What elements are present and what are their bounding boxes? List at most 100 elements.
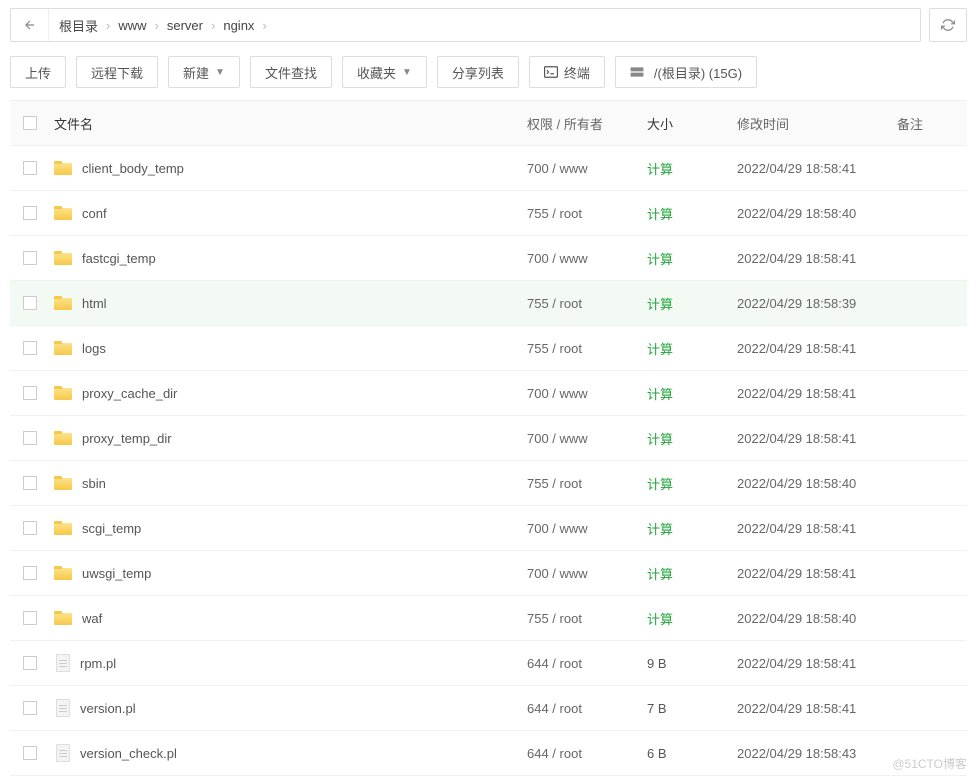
header-name[interactable]: 文件名 — [50, 114, 527, 133]
file-name: sbin — [82, 476, 106, 491]
row-checkbox[interactable] — [23, 206, 37, 220]
row-checkbox[interactable] — [23, 656, 37, 670]
file-size[interactable]: 计算 — [647, 387, 673, 402]
breadcrumb-item[interactable]: www — [118, 18, 146, 33]
row-checkbox[interactable] — [23, 521, 37, 535]
file-mtime: 2022/04/29 18:58:41 — [737, 431, 897, 446]
row-checkbox[interactable] — [23, 386, 37, 400]
chevron-right-icon: › — [254, 18, 274, 33]
file-mtime: 2022/04/29 18:58:41 — [737, 341, 897, 356]
file-name: proxy_temp_dir — [82, 431, 172, 446]
disk-button[interactable]: /(根目录) (15G) — [615, 56, 757, 88]
terminal-button[interactable]: 终端 — [529, 56, 605, 88]
file-size: 9 B — [647, 656, 667, 671]
row-checkbox[interactable] — [23, 296, 37, 310]
table-row[interactable]: rpm.pl644 / root9 B2022/04/29 18:58:41 — [10, 641, 967, 686]
file-mtime: 2022/04/29 18:58:41 — [737, 701, 897, 716]
file-name: uwsgi_temp — [82, 566, 151, 581]
table-row[interactable]: fastcgi_temp700 / www计算2022/04/29 18:58:… — [10, 236, 967, 281]
favorites-button[interactable]: 收藏夹 ▼ — [342, 56, 427, 88]
file-perm: 644 / root — [527, 656, 647, 671]
row-checkbox[interactable] — [23, 746, 37, 760]
file-name: version.pl — [80, 701, 136, 716]
file-size[interactable]: 计算 — [647, 252, 673, 267]
toolbar: 上传 远程下载 新建▼ 文件查找 收藏夹 ▼ 分享列表 终端 /(根目录) (15… — [0, 50, 977, 100]
row-checkbox[interactable] — [23, 251, 37, 265]
upload-button[interactable]: 上传 — [10, 56, 66, 88]
folder-icon — [54, 206, 72, 220]
table-row[interactable]: scgi_temp700 / www计算2022/04/29 18:58:41 — [10, 506, 967, 551]
breadcrumb-bar: 根目录›www›server›nginx› — [10, 8, 921, 42]
table-row[interactable]: proxy_cache_dir700 / www计算2022/04/29 18:… — [10, 371, 967, 416]
chevron-down-icon: ▼ — [402, 67, 412, 78]
row-checkbox[interactable] — [23, 431, 37, 445]
table-row[interactable]: waf755 / root计算2022/04/29 18:58:40 — [10, 596, 967, 641]
file-mtime: 2022/04/29 18:58:40 — [737, 611, 897, 626]
table-row[interactable]: sbin755 / root计算2022/04/29 18:58:40 — [10, 461, 967, 506]
file-size[interactable]: 计算 — [647, 567, 673, 582]
chevron-right-icon: › — [98, 18, 118, 33]
file-size[interactable]: 计算 — [647, 432, 673, 447]
file-size[interactable]: 计算 — [647, 207, 673, 222]
file-name: fastcgi_temp — [82, 251, 156, 266]
row-checkbox[interactable] — [23, 341, 37, 355]
back-button[interactable] — [11, 9, 49, 41]
file-size[interactable]: 计算 — [647, 612, 673, 627]
file-search-button[interactable]: 文件查找 — [250, 56, 332, 88]
chevron-right-icon: › — [203, 18, 223, 33]
folder-icon — [54, 386, 72, 400]
file-perm: 700 / www — [527, 431, 647, 446]
table-row[interactable]: conf755 / root计算2022/04/29 18:58:40 — [10, 191, 967, 236]
file-name: waf — [82, 611, 102, 626]
file-size[interactable]: 计算 — [647, 522, 673, 537]
file-icon — [56, 654, 70, 672]
table-row[interactable]: uwsgi_temp700 / www计算2022/04/29 18:58:41 — [10, 551, 967, 596]
table-row[interactable]: logs 755 / root计算 2022/04/29 18:58:41 — [10, 326, 967, 371]
file-perm: 700 / www — [527, 521, 647, 536]
file-name: scgi_temp — [82, 521, 141, 536]
disk-label: /(根目录) (15G) — [654, 63, 742, 82]
file-name: logs — [82, 341, 106, 356]
table-row[interactable]: client_body_temp700 / www计算2022/04/29 18… — [10, 146, 967, 191]
row-checkbox[interactable] — [23, 161, 37, 175]
file-perm: 644 / root — [527, 701, 647, 716]
select-all-checkbox[interactable] — [23, 116, 37, 130]
breadcrumb-item[interactable]: 根目录 — [59, 16, 98, 35]
chevron-right-icon: › — [147, 18, 167, 33]
file-size[interactable]: 计算 — [647, 297, 673, 312]
terminal-label: 终端 — [564, 63, 590, 82]
arrow-left-icon — [23, 18, 37, 32]
breadcrumb-item[interactable]: server — [167, 18, 203, 33]
header-note[interactable]: 备注 — [897, 114, 967, 133]
breadcrumb: 根目录›www›server›nginx› — [49, 16, 285, 35]
favorites-label: 收藏夹 — [357, 63, 396, 82]
file-size[interactable]: 计算 — [647, 342, 673, 357]
file-name: proxy_cache_dir — [82, 386, 177, 401]
file-perm: 755 / root — [527, 206, 647, 221]
remote-download-button[interactable]: 远程下载 — [76, 56, 158, 88]
folder-icon — [54, 341, 72, 355]
file-mtime: 2022/04/29 18:58:41 — [737, 656, 897, 671]
header-mtime[interactable]: 修改时间 — [737, 114, 897, 133]
header-perm[interactable]: 权限 / 所有者 — [527, 114, 647, 133]
breadcrumb-item[interactable]: nginx — [223, 18, 254, 33]
table-row[interactable]: html755 / root计算2022/04/29 18:58:39 — [10, 281, 967, 326]
table-row[interactable]: version.pl644 / root7 B2022/04/29 18:58:… — [10, 686, 967, 731]
file-perm: 755 / root — [527, 341, 647, 356]
table-row[interactable]: version_check.pl644 / root6 B2022/04/29 … — [10, 731, 967, 776]
file-perm: 700 / www — [527, 566, 647, 581]
row-checkbox[interactable] — [23, 611, 37, 625]
new-button[interactable]: 新建▼ — [168, 56, 240, 88]
refresh-button[interactable] — [929, 8, 967, 42]
header-size[interactable]: 大小 — [647, 114, 737, 133]
row-checkbox[interactable] — [23, 701, 37, 715]
table-row[interactable]: proxy_temp_dir 700 / www计算 2022/04/29 18:5… — [10, 416, 967, 461]
file-size[interactable]: 计算 — [647, 477, 673, 492]
row-checkbox[interactable] — [23, 566, 37, 580]
share-list-button[interactable]: 分享列表 — [437, 56, 519, 88]
file-name: conf — [82, 206, 107, 221]
row-checkbox[interactable] — [23, 476, 37, 490]
file-mtime: 2022/04/29 18:58:41 — [737, 161, 897, 176]
file-size[interactable]: 计算 — [647, 162, 673, 177]
folder-icon — [54, 566, 72, 580]
